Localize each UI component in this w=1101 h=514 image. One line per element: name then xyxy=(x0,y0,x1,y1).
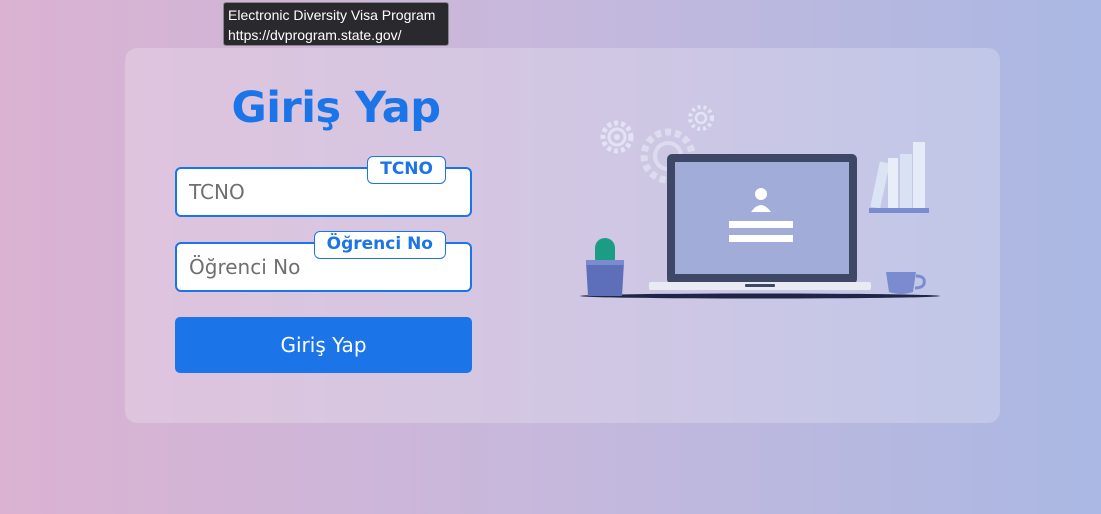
tcno-label-tag: TCNO xyxy=(367,156,446,184)
cactus-icon xyxy=(586,238,624,296)
tooltip-title: Electronic Diversity Visa Program xyxy=(228,7,436,23)
student-no-field[interactable]: Öğrenci No xyxy=(175,231,472,292)
gear-icon xyxy=(688,105,714,131)
student-no-label-tag: Öğrenci No xyxy=(313,231,446,259)
gear-icon xyxy=(600,120,634,154)
books-icon xyxy=(869,142,929,213)
link-tooltip: Electronic Diversity Visa Program https:… xyxy=(223,2,449,46)
login-illustration xyxy=(580,105,940,299)
login-button[interactable]: Giriş Yap xyxy=(175,317,472,373)
cup-icon xyxy=(886,272,926,294)
tcno-field[interactable]: TCNO xyxy=(175,156,472,217)
page-title: Giriş Yap xyxy=(231,83,441,133)
tooltip-url: https://dvprogram.state.gov/ xyxy=(228,27,402,43)
